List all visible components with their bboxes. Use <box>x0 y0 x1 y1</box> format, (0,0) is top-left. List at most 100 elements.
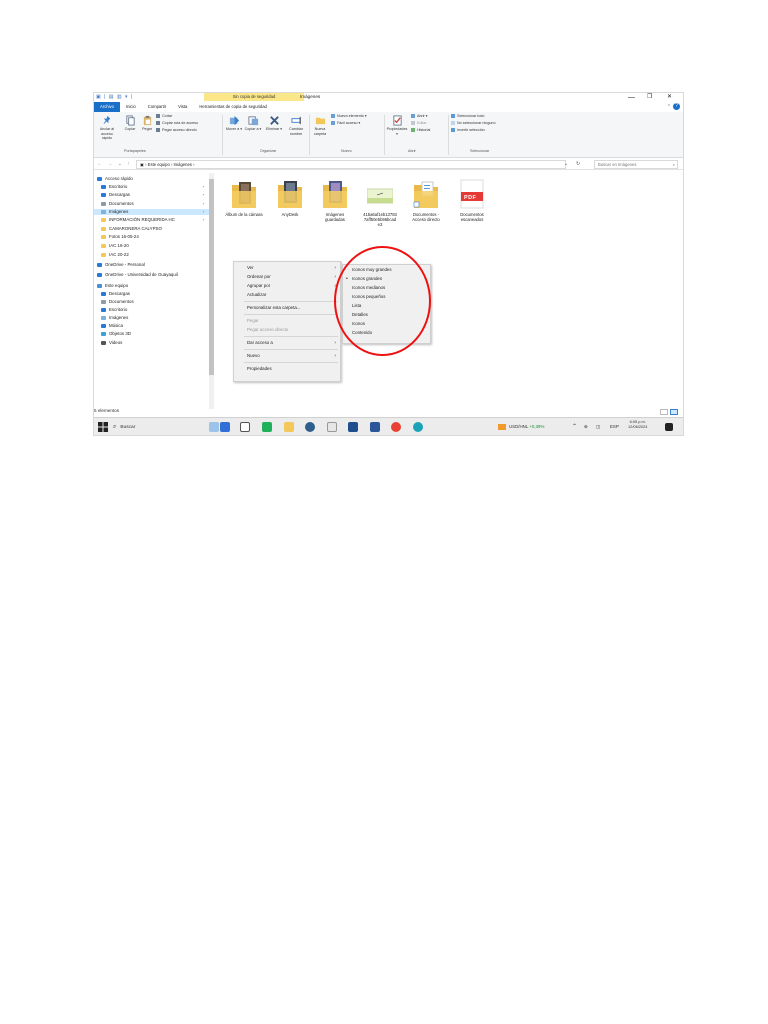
large-icons-view-toggle-icon[interactable] <box>670 409 678 415</box>
minimize-button[interactable]: — <box>628 93 635 102</box>
tab-compartir[interactable]: Compartir <box>142 102 172 112</box>
sidebar-item[interactable]: Videos <box>94 340 122 346</box>
select-all-button[interactable]: Seleccionar todo <box>451 114 484 119</box>
menu-item-nuevo[interactable]: Nuevo <box>247 353 260 359</box>
sidebar-item[interactable]: IAC 20-22 <box>94 252 129 258</box>
sidebar-item[interactable]: Documentos <box>94 299 134 305</box>
notification-icon[interactable] <box>665 423 673 431</box>
pin-icon[interactable]: ⋆ <box>202 184 205 190</box>
tray-chevron-up-icon[interactable]: ⌃ <box>572 417 577 435</box>
windows-start-icon[interactable] <box>98 422 108 432</box>
tab-archivo[interactable]: Archivo <box>94 102 120 112</box>
details-view-toggle-icon[interactable] <box>660 409 668 415</box>
sidebar-item[interactable]: CAMARONERA CALYPSO <box>94 226 162 232</box>
app-icon[interactable] <box>348 422 358 432</box>
folder-album-camara[interactable]: Álbum de la cámara <box>225 179 263 217</box>
copy-to-button[interactable]: Copiar a ▾ <box>244 115 262 132</box>
move-to-button[interactable]: Mover a ▾ <box>225 115 243 132</box>
menu-item-ordenar-por[interactable]: Ordenar por <box>247 274 271 280</box>
help-icon[interactable]: ? <box>673 103 680 110</box>
menu-item-actualizar[interactable]: Actualizar <box>247 292 266 298</box>
menu-item-propiedades[interactable]: Propiedades <box>247 366 272 372</box>
sidebar-item[interactable]: Descargas <box>94 291 130 297</box>
pin-icon[interactable]: ⋆ <box>202 192 205 198</box>
folder-documentos-escaneados[interactable]: PDF Documentos escaneados <box>453 179 491 222</box>
tab-inicio[interactable]: Inicio <box>120 102 142 112</box>
paste-button[interactable]: Pegar <box>140 115 154 132</box>
network-icon[interactable]: ⊕ <box>584 417 588 435</box>
sidebar-scrollbar[interactable] <box>209 173 214 409</box>
copy-button[interactable]: Copiar <box>122 115 138 132</box>
new-item-button[interactable]: Nuevo elemento ▾ <box>331 114 367 119</box>
sidebar-item[interactable]: Documentos ⋆ <box>94 201 205 207</box>
menu-item-agrupar-por[interactable]: Agrupar por <box>247 283 270 289</box>
taskbar-clock[interactable]: 6:05 p.m. 12/06/2024 <box>628 419 647 429</box>
sidebar-item[interactable]: Escritorio ⋆ <box>94 184 205 190</box>
chrome-icon[interactable] <box>391 422 401 432</box>
open-button[interactable]: Abrir ▾ <box>411 114 428 119</box>
sidebar-item[interactable]: Imágenes <box>94 315 128 321</box>
pin-icon[interactable]: ⋆ <box>202 217 205 223</box>
navigation-buttons[interactable]: ← → ⌄ ↑ <box>97 159 132 170</box>
collapse-ribbon-icon[interactable]: ⌃ <box>667 102 671 112</box>
sidebar-item[interactable]: Acceso rápido <box>94 176 133 182</box>
menu-item-personalizar[interactable]: Personalizar esta carpeta... <box>247 305 300 311</box>
select-none-button[interactable]: No seleccionar ninguno <box>451 121 496 126</box>
folder-anydesk[interactable]: AnyDesk <box>271 179 309 217</box>
copy-path-button[interactable]: Copiar ruta de acceso <box>156 121 198 126</box>
image-file[interactable]: 415a6af1eb13783 7aff50e5b96bcad e3 <box>361 179 399 228</box>
app-icon[interactable] <box>220 422 230 432</box>
taskbar-search[interactable]: ⌕ Buscar <box>113 420 205 434</box>
paint-app-icon[interactable] <box>209 422 219 432</box>
paste-shortcut-button[interactable]: Pegar acceso directo <box>156 128 197 133</box>
invert-selection-button[interactable]: Invertir selección <box>451 128 485 133</box>
word-icon[interactable] <box>370 422 380 432</box>
quick-access-toolbar[interactable]: ▣ | ▤ ▥ ▾ | <box>96 94 133 100</box>
scrollbar-thumb[interactable] <box>209 179 214 375</box>
pin-icon[interactable]: ⋆ <box>202 201 205 207</box>
volume-icon[interactable]: ◫ <box>596 417 600 435</box>
sidebar-item[interactable]: OneDrive - Personal <box>94 262 145 268</box>
menu-item-pegar-acceso[interactable]: Pegar acceso directo <box>247 327 288 333</box>
sidebar-item[interactable]: INFORMACIÓN REQUERIDA HC ⋆ <box>94 217 205 223</box>
maximize-button[interactable]: ❐ <box>647 93 652 102</box>
history-button[interactable]: Historial <box>411 128 430 133</box>
app-icon[interactable] <box>305 422 315 432</box>
pin-icon[interactable]: ⋆ <box>202 209 205 215</box>
cut-button[interactable]: Cortar <box>156 114 172 119</box>
rename-button[interactable]: Cambiar nombre <box>285 115 307 136</box>
sidebar-item[interactable]: Escritorio <box>94 307 127 313</box>
easy-access-button[interactable]: Fácil acceso ▾ <box>331 121 360 126</box>
properties-button[interactable]: Propiedades ▾ <box>386 115 408 136</box>
tab-herramientas[interactable]: Herramientas de copia de seguridad <box>193 102 273 112</box>
task-view-icon[interactable] <box>240 422 250 432</box>
edge-icon[interactable] <box>413 422 423 432</box>
edit-button[interactable]: Editar <box>411 121 427 126</box>
sidebar-item[interactable]: Música <box>94 323 123 329</box>
search-input[interactable]: Buscar en Imágenes ⌕ <box>594 160 678 169</box>
app-icon[interactable] <box>262 422 272 432</box>
refresh-icon[interactable]: ↻ <box>576 159 580 170</box>
sidebar-item[interactable]: IAC 16-20 <box>94 243 129 249</box>
sidebar-item[interactable]: Fotos 16-05-24 <box>94 234 139 240</box>
breadcrumb[interactable]: ▣ › Este equipo › Imágenes › <box>140 162 194 167</box>
close-button[interactable]: ✕ <box>667 93 672 102</box>
sidebar-item[interactable]: Descargas ⋆ <box>94 192 205 198</box>
menu-item-ver[interactable]: Ver <box>247 265 254 271</box>
tab-vista[interactable]: Vista <box>172 102 193 112</box>
menu-item-dar-acceso[interactable]: Dar acceso a <box>247 340 273 346</box>
shortcut-documentos[interactable]: Documentos - Acceso directo <box>407 179 445 222</box>
language-indicator[interactable]: ESP <box>610 417 619 435</box>
folder-imagenes-guardadas[interactable]: Imágenes guardadas <box>316 179 354 222</box>
address-bar[interactable]: ▣ › Este equipo › Imágenes › <box>136 160 566 169</box>
file-explorer-icon[interactable] <box>284 422 294 432</box>
sidebar-item[interactable]: Objetos 3D <box>94 331 131 337</box>
new-folder-button[interactable]: Nueva carpeta <box>311 115 329 136</box>
menu-item-pegar[interactable]: Pegar <box>247 318 259 324</box>
sidebar-item[interactable]: Este equipo <box>94 283 128 289</box>
pin-quick-access-button[interactable]: Anclar al acceso rápido <box>96 115 118 141</box>
sidebar-item[interactable]: OneDrive - Universidad de Guayaquil <box>94 272 178 278</box>
app-icon[interactable] <box>327 422 337 432</box>
sidebar-item[interactable]: Imágenes ⋆ <box>94 209 210 215</box>
stock-ticker[interactable]: USD/HNL +0,39% <box>498 417 544 435</box>
